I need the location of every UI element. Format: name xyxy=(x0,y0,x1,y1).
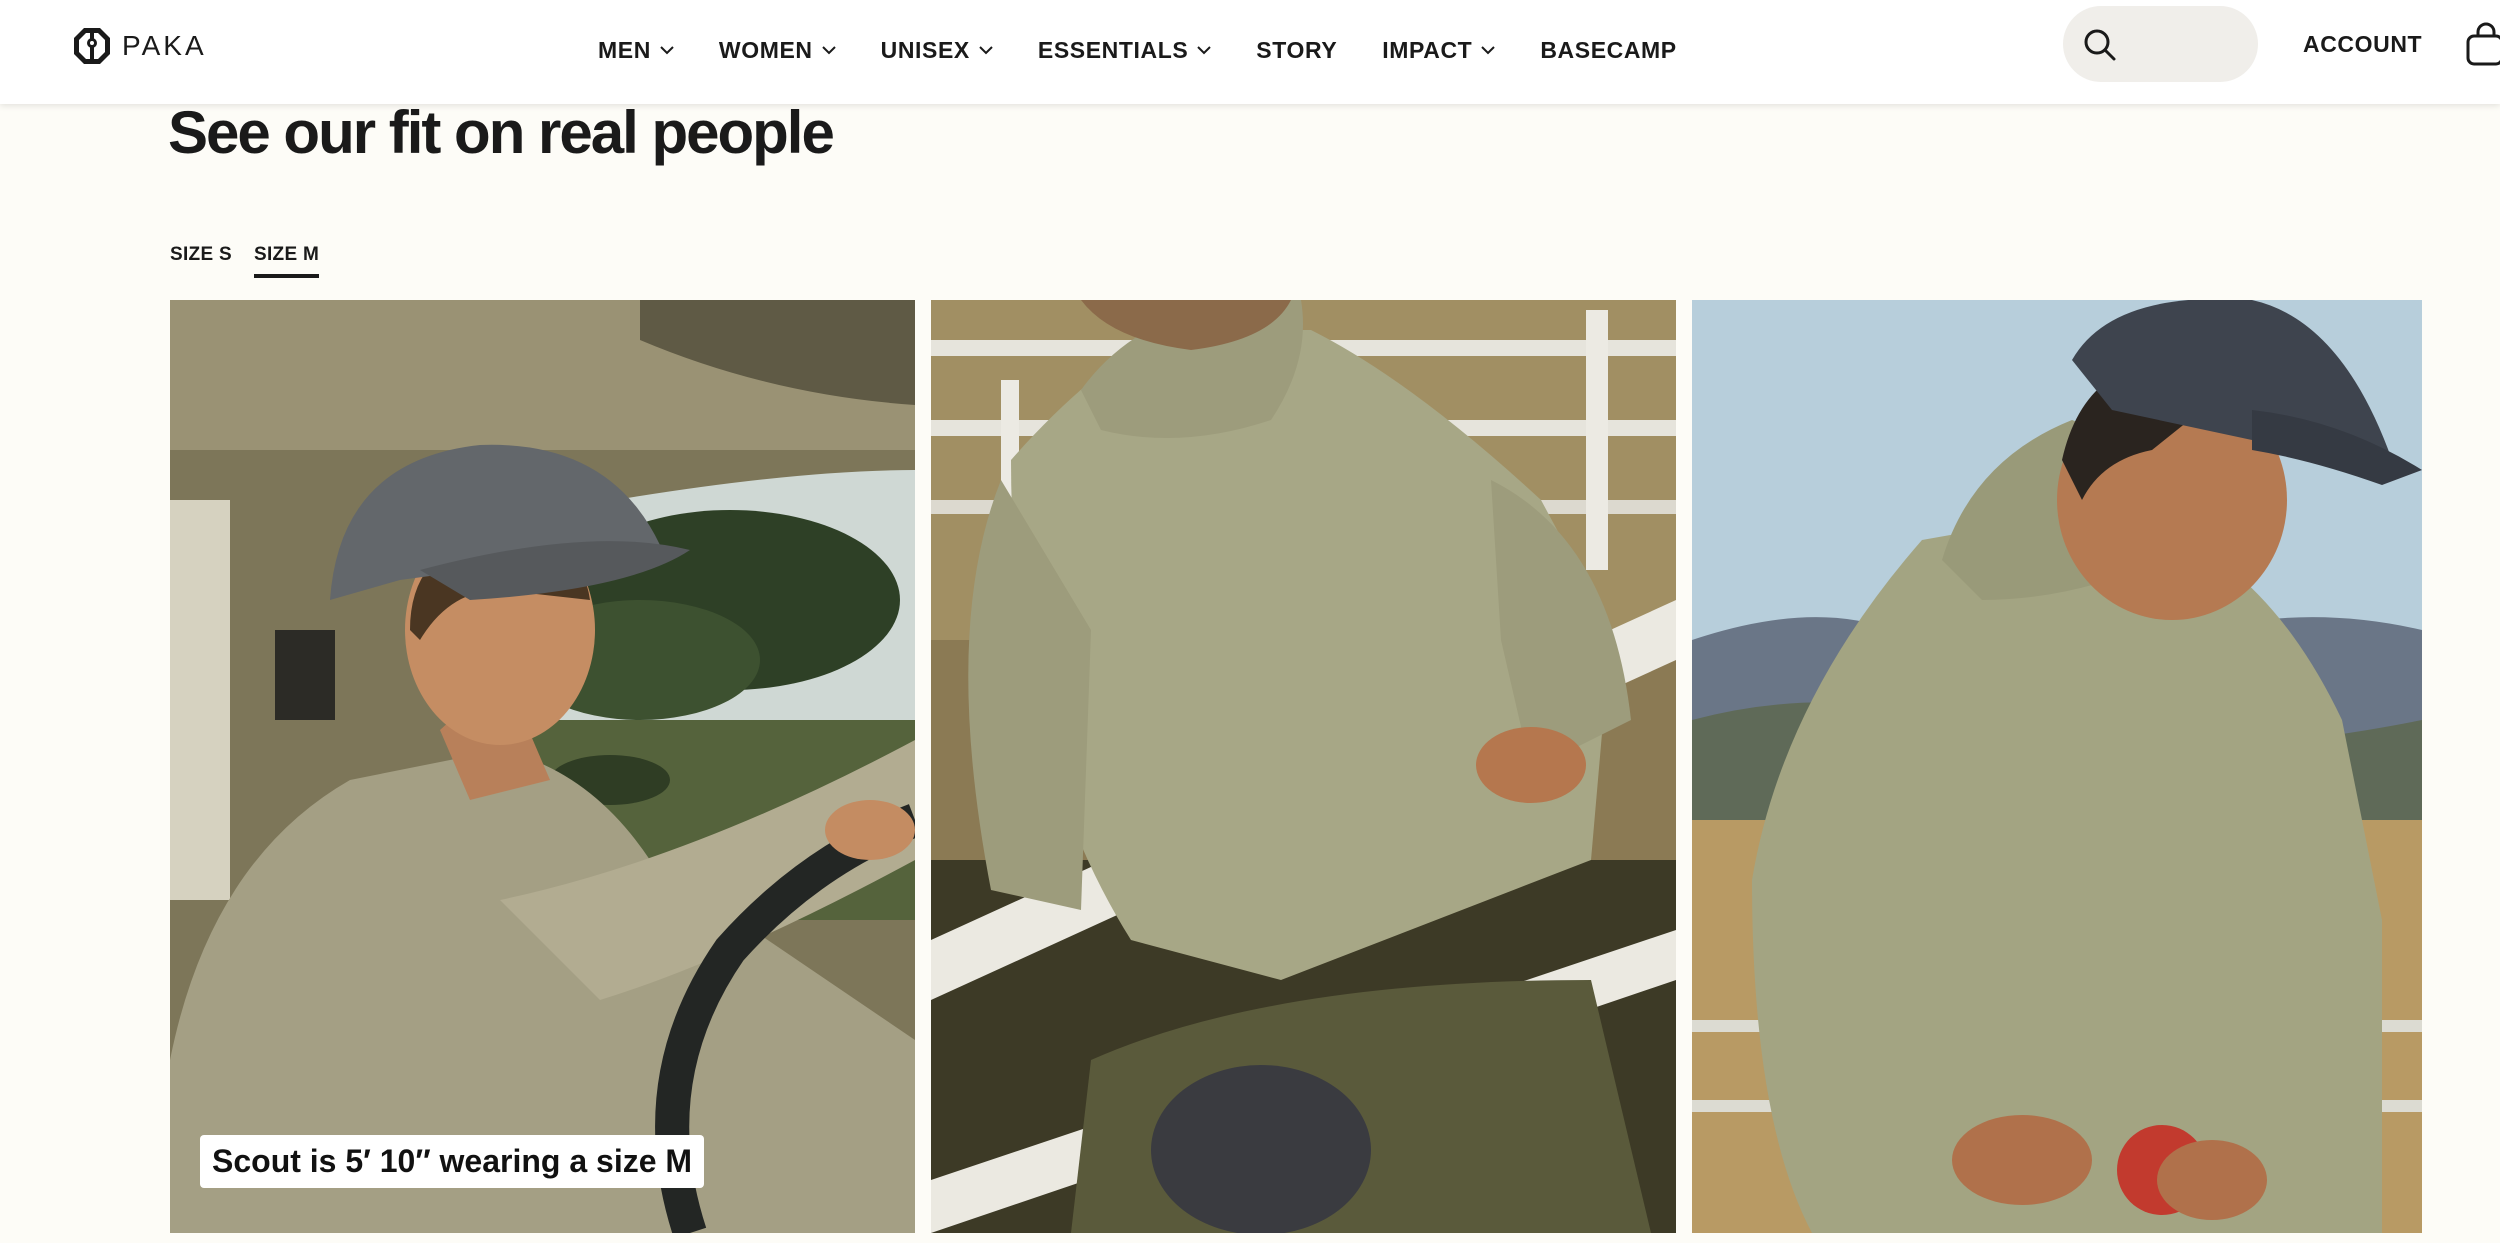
nav-item-men[interactable]: MEN xyxy=(598,37,674,64)
main-nav: MEN WOMEN UNISEX ESSENTIALS STORY IMPACT… xyxy=(598,30,1677,70)
site-header: PAKA MEN WOMEN UNISEX ESSENTIALS STORY I… xyxy=(0,0,2500,104)
nav-label: ESSENTIALS xyxy=(1037,36,1189,63)
photo-caption: Scout is 5′ 10″ wearing a size M xyxy=(200,1135,705,1188)
nav-label: MEN xyxy=(598,36,651,63)
nav-label: IMPACT xyxy=(1382,36,1473,63)
nav-item-story[interactable]: STORY xyxy=(1256,37,1337,64)
nav-item-essentials[interactable]: ESSENTIALS xyxy=(1037,36,1212,64)
chevron-down-icon xyxy=(821,45,836,54)
search-input[interactable] xyxy=(2063,6,2258,82)
nav-label: STORY xyxy=(1256,36,1338,63)
fit-photo-fence[interactable] xyxy=(931,300,1676,1233)
photo-man-with-apple xyxy=(1692,300,2422,1233)
nav-item-unisex[interactable]: UNISEX xyxy=(881,37,993,64)
section-title: See our fit on real people xyxy=(168,99,835,166)
nav-item-impact[interactable]: IMPACT xyxy=(1382,36,1496,64)
cart-icon[interactable] xyxy=(2466,22,2500,66)
chevron-down-icon xyxy=(660,45,674,54)
nav-label: WOMEN xyxy=(718,36,813,63)
chevron-down-icon xyxy=(979,45,993,54)
size-tabs: SIZE S SIZE M xyxy=(170,244,320,278)
search-icon xyxy=(2084,29,2116,61)
nav-label: UNISEX xyxy=(880,36,970,63)
photo-man-leaning-fence xyxy=(931,300,1676,1233)
photo-man-driving xyxy=(170,300,915,1233)
nav-item-basecamp[interactable]: BASECAMP xyxy=(1540,37,1676,64)
fit-photo-apple[interactable] xyxy=(1692,300,2422,1233)
nav-label: BASECAMP xyxy=(1540,36,1677,63)
paka-logo-icon xyxy=(74,28,110,64)
chevron-down-icon xyxy=(1197,45,1212,54)
tab-size-s[interactable]: SIZE S xyxy=(170,244,232,278)
fit-photo-driving[interactable]: Scout is 5′ 10″ wearing a size M xyxy=(170,300,915,1233)
brand-name: PAKA xyxy=(122,30,207,61)
brand-logo[interactable]: PAKA xyxy=(72,26,207,66)
tab-size-m[interactable]: SIZE M xyxy=(253,244,320,278)
account-link[interactable]: ACCOUNT xyxy=(2303,31,2422,58)
chevron-down-icon xyxy=(1481,45,1496,54)
nav-item-women[interactable]: WOMEN xyxy=(719,37,836,64)
